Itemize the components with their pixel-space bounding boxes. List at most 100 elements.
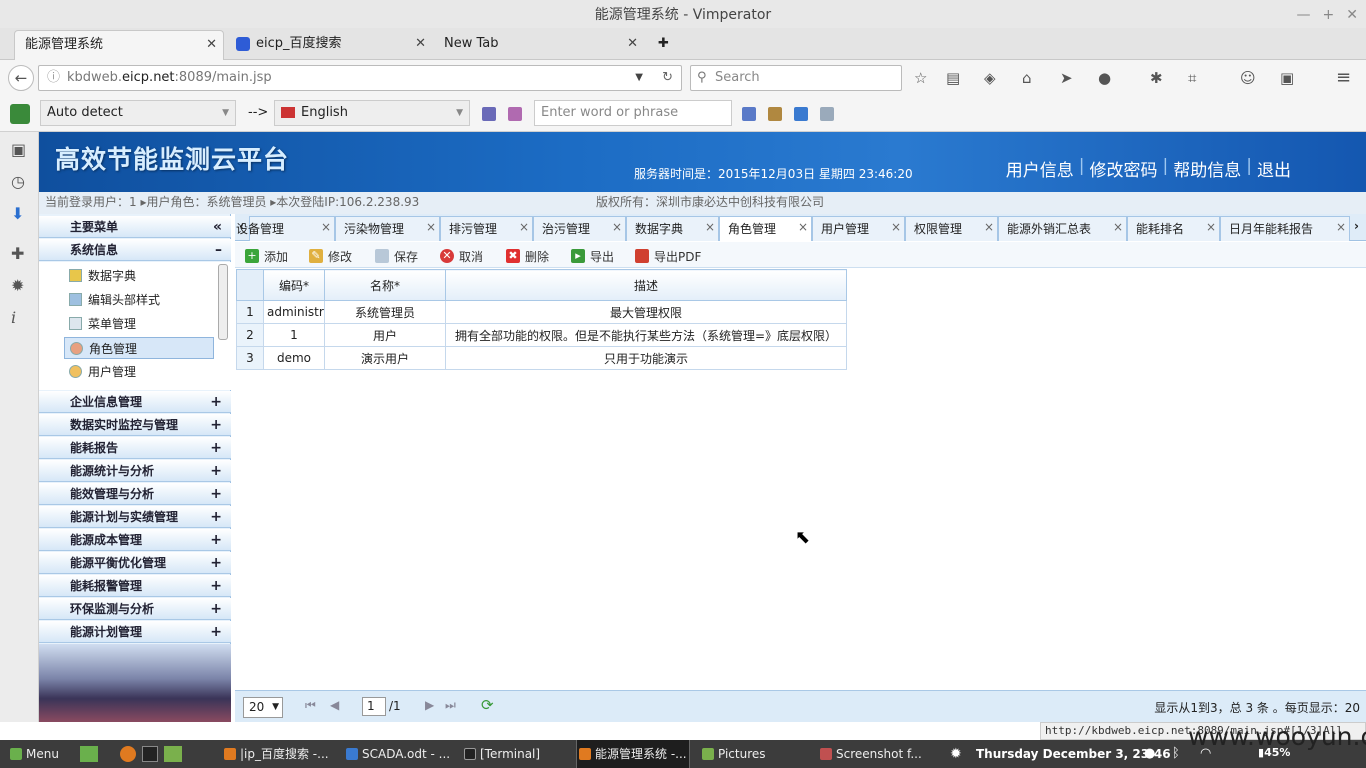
- s3-translator-icon[interactable]: [10, 104, 30, 124]
- delete-button[interactable]: ✖ 删除: [506, 248, 549, 265]
- column-header-description[interactable]: 描述: [445, 269, 847, 301]
- close-icon[interactable]: ×: [1113, 215, 1123, 239]
- logout-link[interactable]: 退出: [1252, 156, 1296, 181]
- close-icon[interactable]: ×: [891, 215, 901, 239]
- extension-icon[interactable]: ✱: [1150, 60, 1163, 96]
- files-icon[interactable]: [164, 746, 182, 762]
- url-bar[interactable]: ⓘ kbdweb.eicp.net:8089/main.jsp ▼ ↻: [38, 65, 682, 91]
- close-icon[interactable]: ×: [426, 215, 436, 239]
- download-icon[interactable]: ⬇: [11, 204, 24, 223]
- cell-code[interactable]: demo: [263, 346, 325, 370]
- show-desktop-icon[interactable]: [80, 746, 98, 762]
- close-icon[interactable]: ×: [1206, 215, 1216, 239]
- history-icon[interactable]: ◷: [11, 172, 25, 191]
- page-number-input[interactable]: 1: [362, 697, 386, 716]
- column-header-code[interactable]: 编码*: [263, 269, 325, 301]
- close-window-icon[interactable]: ✕: [1346, 0, 1358, 30]
- tab-role-management[interactable]: 角色管理 ×: [719, 216, 812, 241]
- maximize-icon[interactable]: +: [1323, 0, 1335, 30]
- cell-name[interactable]: 演示用户: [324, 346, 446, 370]
- tab-data-dictionary[interactable]: 数据字典 ×: [626, 216, 719, 241]
- new-tab-icon[interactable]: ✚: [648, 30, 676, 60]
- sidebar-group[interactable]: 能源统计与分析 +: [39, 460, 231, 482]
- browser-tab-baidu[interactable]: eicp_百度搜索 ✕: [226, 30, 432, 60]
- reload-icon[interactable]: ↻: [662, 66, 673, 90]
- home-icon[interactable]: ⌂: [1022, 60, 1032, 96]
- taskbar-item[interactable]: Pictures: [700, 740, 810, 768]
- cell-description[interactable]: 只用于功能演示: [445, 346, 847, 370]
- firefox-icon[interactable]: [120, 746, 136, 762]
- sidebar-group[interactable]: 能耗报警管理 +: [39, 575, 231, 597]
- sidebar-group[interactable]: 数据实时监控与管理 +: [39, 414, 231, 436]
- first-page-icon[interactable]: ⏮: [305, 698, 316, 713]
- table-row[interactable]: 1 administrator 系统管理员 最大管理权限: [236, 300, 847, 324]
- bookmark-star-icon[interactable]: ☆: [914, 60, 927, 96]
- word-input[interactable]: Enter word or phrase: [534, 100, 732, 126]
- tab-treatment[interactable]: 治污管理 ×: [533, 216, 626, 241]
- save-button[interactable]: 保存: [375, 248, 418, 265]
- taskbar-item[interactable]: SCADA.odt - ...: [344, 740, 456, 768]
- column-header-name[interactable]: 名称*: [324, 269, 446, 301]
- close-icon[interactable]: ×: [321, 215, 331, 239]
- main-menu-header[interactable]: 主要菜单 «: [39, 216, 231, 238]
- pocket-icon[interactable]: ◈: [984, 60, 996, 96]
- clock[interactable]: Thursday December 3, 23:46: [976, 740, 1171, 768]
- tab-equipment[interactable]: 设备管理 ×: [236, 215, 335, 241]
- tab-user-management[interactable]: 用户管理 ×: [812, 216, 905, 241]
- cell-code[interactable]: 1: [263, 323, 325, 347]
- translate-toolbar-icon[interactable]: ▣: [1280, 60, 1294, 96]
- chevron-right-icon[interactable]: ›: [1354, 219, 1359, 233]
- puzzle-icon[interactable]: ✚: [11, 244, 24, 263]
- sidebar-item-data-dictionary[interactable]: 数据字典: [64, 265, 214, 287]
- tab-energy-ranking[interactable]: 能耗排名 ×: [1127, 216, 1220, 241]
- page-size-select[interactable]: 20 ▼: [243, 697, 283, 718]
- cell-description[interactable]: 拥有全部功能的权限。但是不能执行某些方法（系统管理=》底层权限）: [445, 323, 847, 347]
- cell-name[interactable]: 用户: [324, 323, 446, 347]
- dictionary-icon[interactable]: [508, 107, 522, 121]
- sidebar-group[interactable]: 能耗报告 +: [39, 437, 231, 459]
- close-icon[interactable]: ×: [798, 215, 808, 239]
- taskbar-item[interactable]: |ip_百度搜索 -...: [222, 740, 338, 768]
- terminal-icon[interactable]: [142, 746, 158, 762]
- brightness-icon[interactable]: ✹: [950, 746, 962, 762]
- crop-icon[interactable]: ⌗: [1188, 60, 1196, 96]
- sidebar-group[interactable]: 环保监测与分析 +: [39, 598, 231, 620]
- bluetooth-icon[interactable]: ᛒ: [1172, 746, 1180, 761]
- taskbar-item[interactable]: [Terminal]: [462, 740, 568, 768]
- user-info-link[interactable]: 用户信息: [1001, 156, 1079, 181]
- sidebar-item-user-management[interactable]: 用户管理: [64, 361, 214, 383]
- last-page-icon[interactable]: ⏭: [445, 698, 456, 713]
- back-icon[interactable]: ←: [8, 65, 34, 91]
- sidebar-group[interactable]: 能效管理与分析 +: [39, 483, 231, 505]
- tab-discharge[interactable]: 排污管理 ×: [440, 216, 533, 241]
- sidebar-group[interactable]: 能源平衡优化管理 +: [39, 552, 231, 574]
- close-icon[interactable]: ×: [984, 215, 994, 239]
- cancel-button[interactable]: ✕ 取消: [440, 248, 483, 265]
- close-tab-icon[interactable]: ✕: [206, 31, 217, 59]
- close-tab-icon[interactable]: ✕: [415, 30, 426, 58]
- sidebar-item-role-management[interactable]: 角色管理: [64, 337, 214, 359]
- close-icon[interactable]: ×: [1336, 215, 1346, 239]
- tab-permission-management[interactable]: 权限管理 ×: [905, 216, 998, 241]
- table-row[interactable]: 2 1 用户 拥有全部功能的权限。但是不能执行某些方法（系统管理=》底层权限）: [236, 323, 847, 347]
- change-password-link[interactable]: 修改密码: [1085, 156, 1163, 181]
- refresh-icon[interactable]: ⟳: [481, 696, 494, 714]
- send-icon[interactable]: ➤: [1060, 60, 1073, 96]
- user-icon[interactable]: ●: [1144, 746, 1155, 761]
- cell-code[interactable]: administrator: [263, 300, 325, 324]
- gear-icon[interactable]: ✹: [11, 276, 24, 295]
- tab-pollutant[interactable]: 污染物管理 ×: [335, 216, 440, 241]
- bookmark-icon[interactable]: ▣: [11, 140, 26, 159]
- taskbar-item-active[interactable]: 能源管理系统 -...: [576, 740, 690, 768]
- close-icon[interactable]: ×: [519, 215, 529, 239]
- browser-tab-energy[interactable]: 能源管理系统 ✕: [14, 30, 224, 60]
- sidebar-item-header-style[interactable]: 编辑头部样式: [64, 289, 214, 311]
- close-icon[interactable]: ×: [705, 215, 715, 239]
- next-page-icon[interactable]: ▶: [425, 698, 434, 712]
- url-dropdown-icon[interactable]: ▼: [635, 66, 643, 90]
- sidebar-group-system-info[interactable]: 系统信息 –: [39, 239, 231, 261]
- export-pdf-button[interactable]: 导出PDF: [635, 248, 701, 265]
- close-tab-icon[interactable]: ✕: [627, 30, 638, 58]
- clipboard-icon[interactable]: [768, 107, 782, 121]
- submenu-scrollbar[interactable]: [218, 264, 228, 340]
